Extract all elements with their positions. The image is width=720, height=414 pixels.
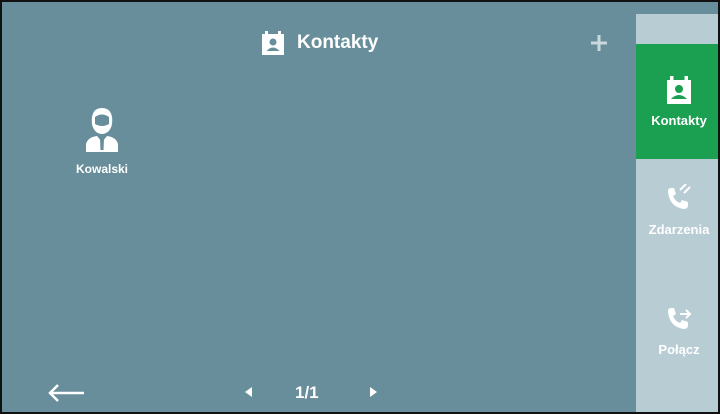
contact-item[interactable]: Kowalski <box>68 106 136 176</box>
page-title-text: Kontakty <box>297 32 379 53</box>
next-page-button[interactable] <box>366 384 380 400</box>
triangle-right-icon <box>370 387 377 397</box>
contact-name: Kowalski <box>75 162 129 176</box>
intercom-screen: Kontakty Kowalski 1/1 Kontakty Zdarzenia… <box>0 0 720 414</box>
sidebar-item-label: Zdarzenia <box>648 222 710 237</box>
sidebar-item-label: Połącz <box>658 342 700 357</box>
back-button[interactable] <box>46 382 86 404</box>
add-contact-button[interactable] <box>588 32 610 54</box>
sidebar-item-polacz[interactable]: Połącz <box>636 304 718 384</box>
sidebar-item-zdarzenia[interactable]: Zdarzenia <box>636 184 718 264</box>
phone-call-icon <box>668 308 692 329</box>
contacts-book-icon <box>262 31 284 55</box>
person-avatar-icon <box>86 108 118 152</box>
sidebar-item-kontakty[interactable]: Kontakty <box>636 44 718 159</box>
triangle-left-icon <box>245 387 252 397</box>
contacts-book-icon <box>667 76 691 104</box>
previous-page-button[interactable] <box>242 384 256 400</box>
page-indicator: 1/1 <box>295 383 319 402</box>
sidebar: Kontakty Zdarzenia Połącz <box>636 14 718 412</box>
plus-icon <box>591 35 607 51</box>
page-title: Kontakty <box>260 30 378 56</box>
phone-events-icon <box>668 184 691 209</box>
sidebar-item-label: Kontakty <box>651 113 707 128</box>
header: Kontakty <box>2 2 636 82</box>
arrow-left-icon <box>48 384 84 402</box>
